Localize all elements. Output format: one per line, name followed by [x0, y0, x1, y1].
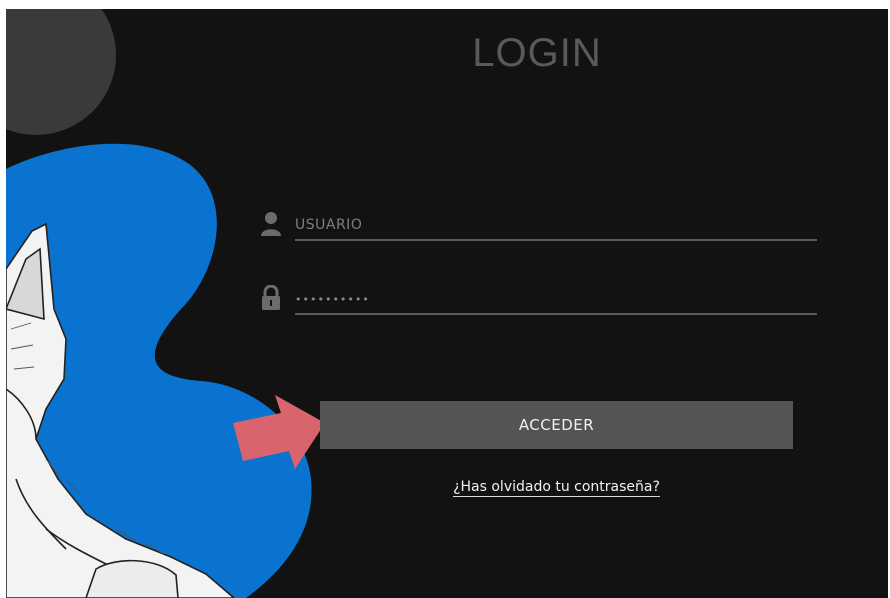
password-input[interactable]: [295, 285, 817, 315]
username-field: [261, 207, 817, 247]
forgot-password-link[interactable]: ¿Has olvidado tu contraseña?: [453, 479, 660, 497]
password-field: [261, 281, 817, 321]
user-icon: [261, 212, 281, 236]
login-screen: LOGIN ACCEDER ¿Has olvidado tu contraseñ…: [6, 9, 888, 598]
page-title: LOGIN: [472, 31, 602, 75]
username-input[interactable]: [295, 211, 817, 241]
arrow-right-icon: [233, 395, 325, 469]
forgot-password-container: ¿Has olvidado tu contraseña?: [320, 479, 793, 497]
lock-icon: [262, 285, 280, 310]
login-button[interactable]: ACCEDER: [320, 401, 793, 449]
